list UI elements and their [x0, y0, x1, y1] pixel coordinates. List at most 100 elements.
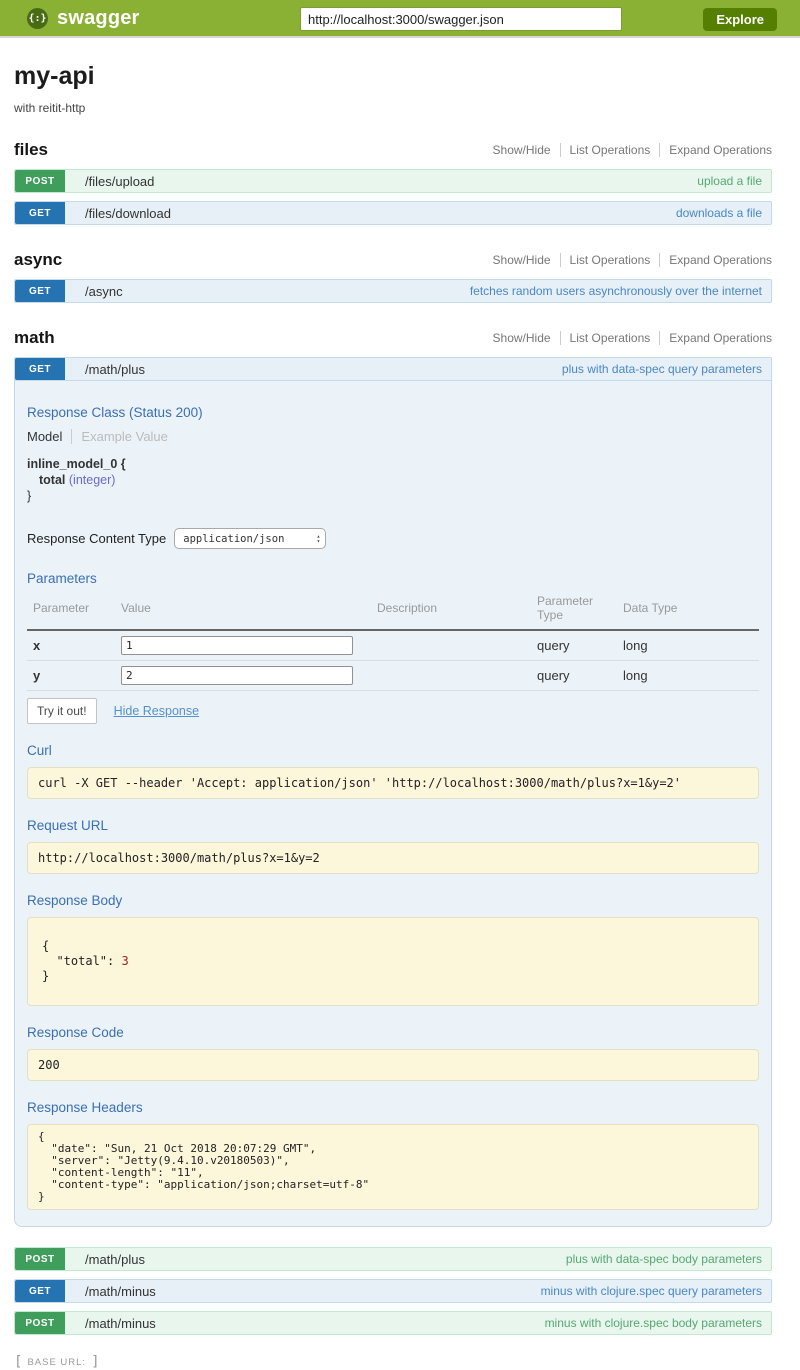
operation-summary-link[interactable]: plus with data-spec query parameters	[562, 362, 762, 376]
operation-path[interactable]: /math/plus	[85, 1252, 145, 1267]
operation-row-post-files-upload[interactable]: POST /files/upload upload a file	[14, 169, 772, 193]
select-arrows-icon: ▴▾	[317, 534, 321, 544]
response-body-heading: Response Body	[27, 893, 759, 908]
operation-summary-link[interactable]: minus with clojure.spec query parameters	[541, 1284, 762, 1298]
try-it-out-button[interactable]: Try it out!	[27, 698, 97, 724]
model-property-name: total	[39, 473, 65, 487]
response-headers-json: { "date": "Sun, 21 Oct 2018 20:07:29 GMT…	[27, 1124, 759, 1210]
col-header-parameter-type: Parameter Type	[531, 588, 617, 630]
response-content-type-select[interactable]: application/json ▴▾	[174, 528, 326, 549]
page-body: my-api with reitit-http files Show/Hide …	[14, 38, 772, 1370]
tab-example-value[interactable]: Example Value	[71, 429, 167, 444]
operation-summary-link[interactable]: fetches random users asynchronously over…	[470, 284, 762, 298]
section-title-math: math	[14, 328, 55, 348]
param-description	[371, 661, 531, 691]
operation-row-post-math-plus[interactable]: POST /math/plus plus with data-spec body…	[14, 1247, 772, 1271]
list-operations-link[interactable]: List Operations	[560, 331, 660, 345]
brand-title: swagger	[57, 7, 140, 30]
param-type: query	[531, 630, 617, 661]
list-operations-link[interactable]: List Operations	[560, 253, 660, 267]
base-url-label: BASE URL:	[27, 1357, 86, 1368]
method-badge: GET	[15, 280, 65, 302]
parameters-heading: Parameters	[27, 571, 759, 586]
method-badge: GET	[15, 358, 65, 380]
selected-content-type: application/json	[183, 533, 284, 545]
json-number-value: 3	[121, 954, 128, 968]
method-badge: GET	[15, 202, 65, 224]
expand-operations-link[interactable]: Expand Operations	[659, 253, 772, 267]
operation-path[interactable]: /math/minus	[85, 1316, 156, 1331]
swagger-logo-icon: {:}	[27, 8, 48, 29]
operation-row-get-files-download[interactable]: GET /files/download downloads a file	[14, 201, 772, 225]
col-header-description: Description	[371, 588, 531, 630]
param-name: x	[27, 630, 115, 661]
request-url-heading: Request URL	[27, 818, 759, 833]
show-hide-link[interactable]: Show/Hide	[484, 331, 560, 345]
section-controls: Show/Hide List Operations Expand Operati…	[484, 253, 772, 267]
show-hide-link[interactable]: Show/Hide	[484, 143, 560, 157]
expand-operations-link[interactable]: Expand Operations	[659, 143, 772, 157]
section-files: files Show/Hide List Operations Expand O…	[14, 140, 772, 225]
method-badge: POST	[15, 1312, 65, 1334]
param-data-type: long	[617, 661, 759, 691]
operation-path[interactable]: /math/plus	[85, 362, 145, 377]
parameters-table: Parameter Value Description Parameter Ty…	[27, 588, 759, 691]
method-badge: GET	[15, 1280, 65, 1302]
api-info: my-api with reitit-http	[14, 38, 772, 115]
operation-row-get-async[interactable]: GET /async fetches random users asynchro…	[14, 279, 772, 303]
operation-path[interactable]: /files/download	[85, 206, 171, 221]
param-value-input-y[interactable]	[121, 666, 353, 685]
hide-response-link[interactable]: Hide Response	[114, 704, 199, 718]
operation-row-get-math-plus[interactable]: GET /math/plus plus with data-spec query…	[14, 357, 772, 381]
operation-path[interactable]: /files/upload	[85, 174, 154, 189]
parameter-row-x: x query long	[27, 630, 759, 661]
operation-summary-link[interactable]: upload a file	[697, 174, 762, 188]
json-text: }	[42, 969, 49, 983]
col-header-data-type: Data Type	[617, 588, 759, 630]
col-header-parameter: Parameter	[27, 588, 115, 630]
expand-operations-link[interactable]: Expand Operations	[659, 331, 772, 345]
swagger-logo-glyph: {:}	[28, 13, 46, 24]
param-value-input-x[interactable]	[121, 636, 353, 655]
operation-path[interactable]: /math/minus	[85, 1284, 156, 1299]
response-class-heading: Response Class (Status 200)	[27, 405, 759, 420]
bracket-open: [	[14, 1354, 22, 1370]
model-close-brace: }	[27, 488, 759, 504]
param-type: query	[531, 661, 617, 691]
curl-command: curl -X GET --header 'Accept: applicatio…	[27, 767, 759, 799]
param-name: y	[27, 661, 115, 691]
section-controls: Show/Hide List Operations Expand Operati…	[484, 143, 772, 157]
operation-summary-link[interactable]: plus with data-spec body parameters	[566, 1252, 762, 1266]
tab-model[interactable]: Model	[27, 429, 71, 444]
operation-summary-link[interactable]: minus with clojure.spec body parameters	[545, 1316, 762, 1330]
col-header-value: Value	[115, 588, 371, 630]
method-badge: POST	[15, 170, 65, 192]
response-content-type-label: Response Content Type	[27, 531, 166, 546]
operation-row-post-math-minus[interactable]: POST /math/minus minus with clojure.spec…	[14, 1311, 772, 1335]
model-property-type: (integer)	[69, 473, 116, 487]
response-code-value: 200	[27, 1049, 759, 1081]
curl-heading: Curl	[27, 743, 759, 758]
json-text: { "total":	[42, 939, 121, 968]
list-operations-link[interactable]: List Operations	[560, 143, 660, 157]
operation-row-get-math-minus[interactable]: GET /math/minus minus with clojure.spec …	[14, 1279, 772, 1303]
spec-url-input[interactable]	[300, 7, 622, 31]
operation-summary-link[interactable]: downloads a file	[676, 206, 762, 220]
response-body-json: { "total": 3 }	[27, 917, 759, 1006]
model-tabs: Model Example Value	[27, 429, 759, 444]
show-hide-link[interactable]: Show/Hide	[484, 253, 560, 267]
bracket-close: ]	[91, 1354, 99, 1370]
response-headers-heading: Response Headers	[27, 1100, 759, 1115]
param-description	[371, 630, 531, 661]
section-title-files: files	[14, 140, 48, 160]
section-math: math Show/Hide List Operations Expand Op…	[14, 328, 772, 1335]
parameter-row-y: y query long	[27, 661, 759, 691]
section-async: async Show/Hide List Operations Expand O…	[14, 250, 772, 303]
page-subtitle: with reitit-http	[14, 101, 772, 115]
section-controls: Show/Hide List Operations Expand Operati…	[484, 331, 772, 345]
response-code-heading: Response Code	[27, 1025, 759, 1040]
model-name: inline_model_0 {	[27, 457, 126, 471]
base-url-footer: [ BASE URL: ]	[14, 1354, 772, 1370]
operation-path[interactable]: /async	[85, 284, 123, 299]
explore-button[interactable]: Explore	[703, 8, 777, 31]
